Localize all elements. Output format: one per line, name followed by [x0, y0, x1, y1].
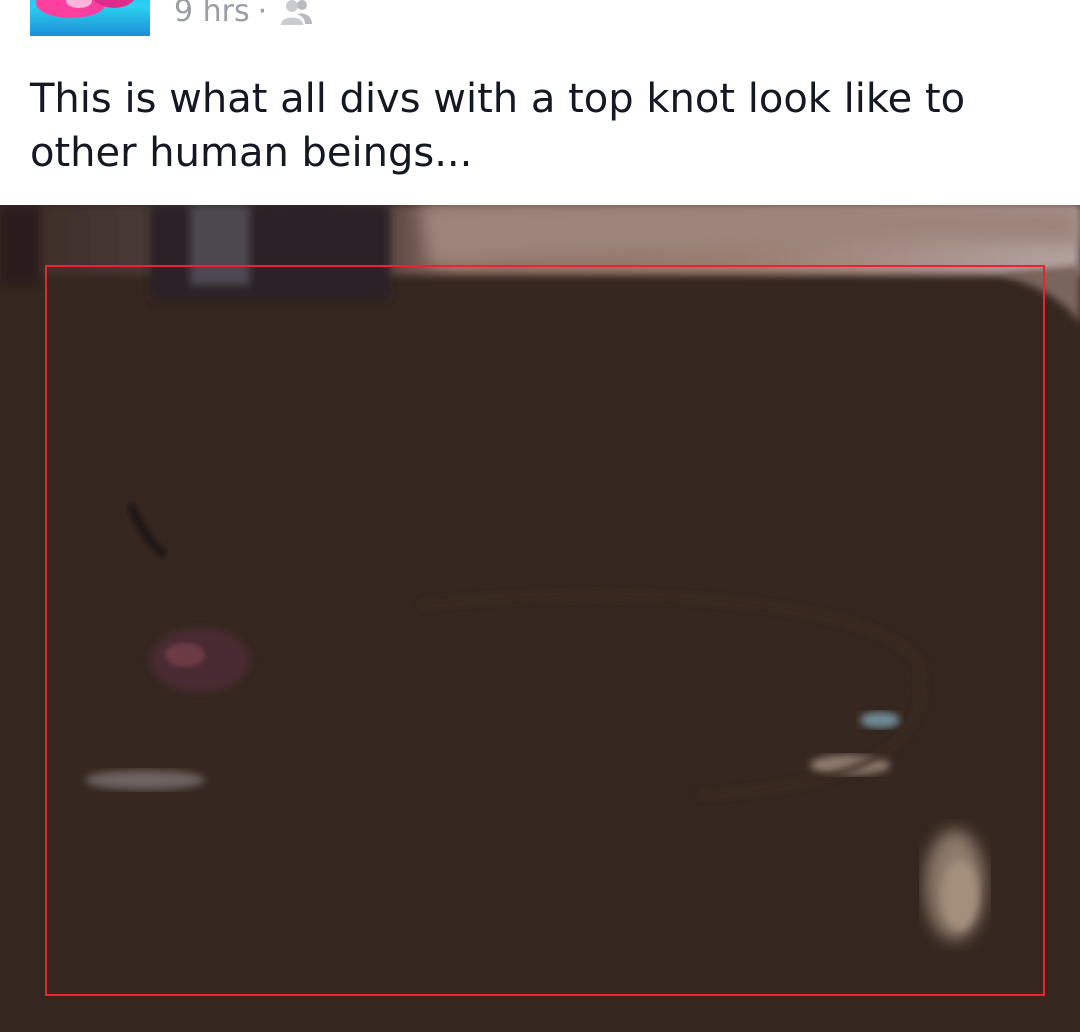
photo-image [0, 205, 1080, 1032]
friends-icon[interactable] [279, 0, 313, 27]
post-caption: This is what all divs with a top knot lo… [30, 76, 966, 176]
avatar[interactable] [30, 0, 150, 36]
post-header: 9 hrs · [0, 0, 1080, 60]
post-timestamp[interactable]: 9 hrs [174, 0, 250, 32]
meta-separator: · [257, 0, 268, 29]
post-photo[interactable] [0, 205, 1080, 1032]
post-card: 9 hrs · This is what all divs with a top… [0, 0, 1080, 1032]
post-meta: 9 hrs · [174, 0, 313, 32]
